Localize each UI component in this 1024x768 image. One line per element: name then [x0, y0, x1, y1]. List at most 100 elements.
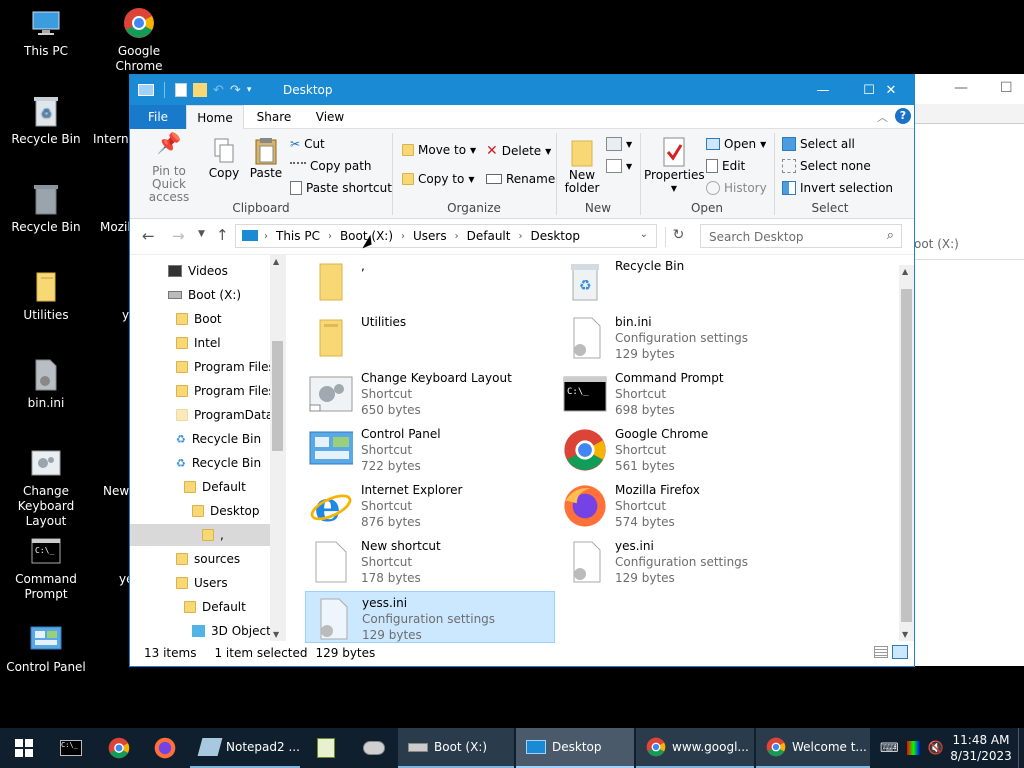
nav-item-users[interactable]: Users [176, 572, 228, 594]
nav-item-recycle-bin[interactable]: ♻ Recycle Bin [176, 428, 261, 450]
nav-scroll-thumb[interactable] [272, 341, 283, 451]
help-icon[interactable]: ? [895, 108, 911, 124]
recent-locations-icon[interactable]: ▼ [198, 229, 205, 239]
new-folder-qa-icon[interactable] [193, 83, 207, 97]
tab-file[interactable]: File [130, 105, 186, 129]
nav-item-recycle-bin-2[interactable]: ♻ Recycle Bin [176, 452, 261, 474]
desktop-icon-utilities[interactable]: Utilities [0, 270, 92, 323]
breadcrumb-users[interactable]: Users [413, 229, 447, 243]
scroll-up-icon[interactable]: ▲ [902, 267, 908, 276]
desktop-icon-firefox[interactable]: Mozill [93, 182, 129, 235]
nav-item-programdata[interactable]: ProgramData [176, 404, 273, 426]
taskbar-boot-x[interactable]: Boot (X:) [398, 728, 514, 768]
taskbar-chrome-welcome[interactable]: Welcome t... [756, 728, 870, 768]
search-input[interactable]: Search Desktop ⌕ [700, 224, 902, 248]
select-all-button[interactable]: Select all [782, 137, 855, 151]
file-item[interactable]: Google Chrome Shortcut 561 bytes [559, 423, 807, 477]
breadcrumb-default[interactable]: Default [467, 229, 511, 243]
details-view-icon[interactable] [874, 646, 888, 658]
background-window-address[interactable]: oot (X:) [910, 230, 1024, 260]
up-icon[interactable]: ↑ [216, 226, 229, 244]
nav-item-program-files[interactable]: Program Files [176, 356, 275, 378]
invert-selection-button[interactable]: Invert selection [782, 181, 893, 195]
nav-item-intel[interactable]: Intel [176, 332, 221, 354]
taskbar-chrome-google[interactable]: www.googl... [636, 728, 754, 768]
desktop-icon-control-panel[interactable]: Control Panel [0, 622, 92, 675]
open-button[interactable]: Open ▼ [706, 137, 766, 151]
cut-button[interactable]: ✂ Cut [290, 137, 325, 151]
file-item[interactable]: yes.ini Configuration settings 129 bytes [559, 535, 807, 589]
file-item[interactable]: Mozilla Firefox Shortcut 574 bytes [559, 479, 807, 533]
taskbar-app-chart[interactable] [304, 728, 348, 768]
file-item[interactable]: bin.ini Configuration settings 129 bytes [559, 311, 807, 365]
tab-share[interactable]: Share [246, 105, 302, 129]
taskbar-notepad2[interactable]: Notepad2 ... [190, 728, 300, 768]
minimize-icon[interactable]: — [954, 80, 968, 96]
customize-qa-icon[interactable]: ▾ [247, 85, 252, 95]
background-window-titlebar[interactable]: — ☐ [910, 74, 1024, 104]
file-item[interactable]: Change Keyboard Layout Shortcut 650 byte… [305, 367, 553, 421]
nav-item-users-default[interactable]: Default [184, 596, 246, 618]
undo-icon[interactable]: ↶ [213, 83, 224, 98]
content-scroll-thumb[interactable] [901, 289, 912, 622]
breadcrumb-this-pc[interactable]: This PC [276, 229, 320, 243]
delete-button[interactable]: ✕ Delete ▼ [486, 143, 551, 159]
desktop-icon-recycle-bin-2[interactable]: Recycle Bin [0, 182, 92, 235]
start-button[interactable] [0, 728, 48, 768]
breadcrumb-desktop[interactable]: Desktop [530, 229, 580, 243]
redo-icon[interactable]: ↷ [230, 83, 241, 98]
clock[interactable]: 11:48 AM 8/31/2023 [946, 728, 1016, 768]
nav-item-desktop[interactable]: Desktop [192, 500, 260, 522]
maximize-icon[interactable]: ☐ [1000, 80, 1013, 96]
nav-item-boot[interactable]: Boot [176, 308, 222, 330]
file-item-selected[interactable]: yess.ini Configuration settings 129 byte… [305, 591, 555, 643]
file-item[interactable]: ♻ Recycle Bin [559, 255, 807, 309]
tab-view[interactable]: View [302, 105, 358, 129]
taskbar-firefox[interactable] [142, 728, 188, 768]
volume-muted-icon[interactable]: 🔇 [928, 741, 944, 756]
desktop-icon-command-prompt[interactable]: C:\_ Command Prompt [0, 534, 92, 602]
display-icon[interactable] [906, 741, 920, 755]
nav-item-3d-objects[interactable]: 3D Objects [192, 620, 277, 641]
nav-item-default[interactable]: Default [184, 476, 246, 498]
move-to-button[interactable]: Move to ▼ [402, 143, 476, 157]
minimize-button[interactable]: — [800, 75, 846, 105]
back-icon[interactable]: ← [142, 227, 155, 245]
taskbar-cmd[interactable]: C:\_ [48, 728, 94, 768]
taskbar-chrome[interactable] [96, 728, 142, 768]
content-scrollbar[interactable]: ▲ ▼ [899, 265, 914, 641]
nav-scrollbar[interactable]: ▲ ▼ [270, 255, 285, 641]
show-desktop-button[interactable] [1018, 728, 1024, 768]
taskbar-app-paint[interactable] [352, 728, 396, 768]
rename-button[interactable]: Rename [486, 172, 555, 186]
desktop-icon-new-shortcut[interactable]: New [93, 446, 129, 499]
easy-access-button[interactable]: ▼ [606, 159, 632, 173]
refresh-icon[interactable]: ↻ [665, 227, 691, 247]
nav-item-boot-drive[interactable]: Boot (X:) [168, 284, 241, 306]
desktop-icon-change-keyboard-layout[interactable]: Change Keyboard Layout [0, 446, 92, 529]
file-item[interactable]: e Internet Explorer Shortcut 876 bytes [305, 479, 553, 533]
scroll-down-icon[interactable]: ▼ [902, 630, 908, 639]
network-icon[interactable]: ⌨ [880, 741, 899, 756]
scroll-down-icon[interactable]: ▼ [273, 630, 279, 639]
address-dropdown-icon[interactable]: ⌄ [640, 229, 648, 240]
properties-qa-icon[interactable] [175, 83, 187, 97]
taskbar-desktop[interactable]: Desktop [516, 728, 634, 768]
paste-shortcut-button[interactable]: Paste shortcut [290, 181, 392, 195]
nav-item-program-files-x86[interactable]: Program Files [176, 380, 275, 402]
scroll-up-icon[interactable]: ▲ [273, 257, 279, 266]
desktop-icon-chrome[interactable]: Google Chrome [93, 6, 185, 74]
file-item[interactable]: Utilities [305, 311, 553, 365]
copy-button[interactable]: Copy [206, 135, 242, 180]
background-window[interactable]: — ☐ oot (X:) [910, 74, 1024, 666]
file-item[interactable]: C:\_ Command Prompt Shortcut 698 bytes [559, 367, 807, 421]
copy-to-button[interactable]: Copy to ▼ [402, 172, 474, 186]
forward-icon[interactable]: → [172, 227, 185, 245]
nav-item-videos[interactable]: Videos [168, 260, 228, 282]
new-folder-button[interactable]: New folder [562, 137, 602, 195]
collapse-ribbon-icon[interactable]: ︿ [877, 109, 888, 125]
desktop-icon-yess[interactable]: y [93, 270, 129, 323]
title-bar[interactable]: ↶ ↷ ▾ Desktop — ☐ ✕ [130, 75, 914, 105]
desktop-icon-bin-ini[interactable]: bin.ini [0, 358, 92, 411]
file-item[interactable]: Control Panel Shortcut 722 bytes [305, 423, 553, 477]
